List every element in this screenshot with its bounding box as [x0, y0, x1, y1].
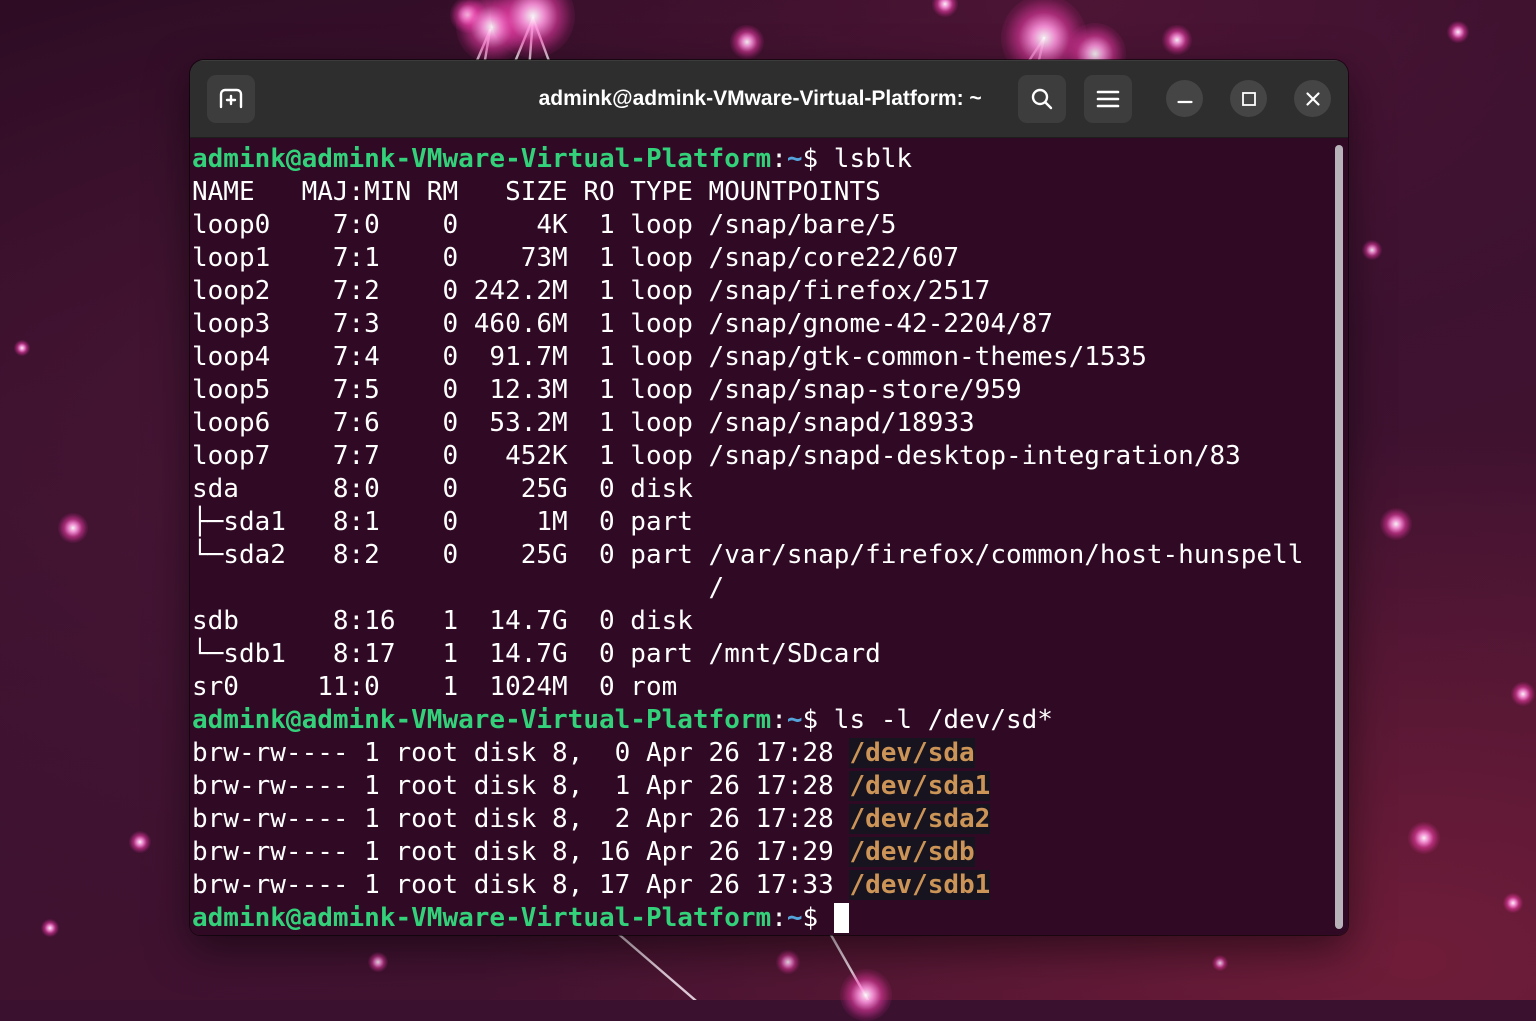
- menu-button[interactable]: [1084, 75, 1132, 123]
- terminal-line: /: [192, 572, 1334, 605]
- terminal-line: sr0 11:0 1 1024M 0 rom: [192, 671, 1334, 704]
- terminal-line: loop1 7:1 0 73M 1 loop /snap/core22/607: [192, 242, 1334, 275]
- window-title: admink@admink-VMware-Virtual-Platform: ~: [539, 87, 982, 111]
- close-button[interactable]: [1294, 80, 1331, 117]
- terminal-line: NAME MAJ:MIN RM SIZE RO TYPE MOUNTPOINTS: [192, 176, 1334, 209]
- scrollbar-thumb[interactable]: [1335, 145, 1343, 929]
- minimize-icon: [1177, 91, 1193, 107]
- new-tab-button[interactable]: [207, 75, 255, 123]
- terminal-line: loop2 7:2 0 242.2M 1 loop /snap/firefox/…: [192, 275, 1334, 308]
- terminal-line: brw-rw---- 1 root disk 8, 17 Apr 26 17:3…: [192, 869, 1334, 902]
- terminal-line: admink@admink-VMware-Virtual-Platform:~$…: [192, 143, 1334, 176]
- new-tab-icon: [217, 86, 245, 112]
- terminal-line: loop4 7:4 0 91.7M 1 loop /snap/gtk-commo…: [192, 341, 1334, 374]
- terminal-line: loop3 7:3 0 460.6M 1 loop /snap/gnome-42…: [192, 308, 1334, 341]
- terminal-line: sda 8:0 0 25G 0 disk: [192, 473, 1334, 506]
- terminal-line: brw-rw---- 1 root disk 8, 16 Apr 26 17:2…: [192, 836, 1334, 869]
- terminal-line: brw-rw---- 1 root disk 8, 1 Apr 26 17:28…: [192, 770, 1334, 803]
- terminal-line: brw-rw---- 1 root disk 8, 2 Apr 26 17:28…: [192, 803, 1334, 836]
- terminal-line: admink@admink-VMware-Virtual-Platform:~$…: [192, 704, 1334, 737]
- maximize-icon: [1241, 91, 1257, 107]
- terminal-line: admink@admink-VMware-Virtual-Platform:~$: [192, 902, 1334, 935]
- terminal-line: brw-rw---- 1 root disk 8, 0 Apr 26 17:28…: [192, 737, 1334, 770]
- terminal-line: loop6 7:6 0 53.2M 1 loop /snap/snapd/189…: [192, 407, 1334, 440]
- terminal-output: admink@admink-VMware-Virtual-Platform:~$…: [192, 143, 1334, 935]
- close-icon: [1305, 91, 1321, 107]
- minimize-button[interactable]: [1166, 80, 1203, 117]
- terminal-line: └─sda2 8:2 0 25G 0 part /var/snap/firefo…: [192, 539, 1334, 572]
- hamburger-menu-icon: [1095, 88, 1121, 110]
- terminal-line: ├─sda1 8:1 0 1M 0 part: [192, 506, 1334, 539]
- terminal-line: loop5 7:5 0 12.3M 1 loop /snap/snap-stor…: [192, 374, 1334, 407]
- terminal-viewport[interactable]: admink@admink-VMware-Virtual-Platform:~$…: [190, 138, 1348, 935]
- terminal-line: sdb 8:16 1 14.7G 0 disk: [192, 605, 1334, 638]
- maximize-button[interactable]: [1230, 80, 1267, 117]
- terminal-line: loop7 7:7 0 452K 1 loop /snap/snapd-desk…: [192, 440, 1334, 473]
- terminal-line: loop0 7:0 0 4K 1 loop /snap/bare/5: [192, 209, 1334, 242]
- terminal-window: admink@admink-VMware-Virtual-Platform: ~: [190, 60, 1348, 935]
- titlebar[interactable]: admink@admink-VMware-Virtual-Platform: ~: [190, 60, 1348, 138]
- terminal-line: └─sdb1 8:17 1 14.7G 0 part /mnt/SDcard: [192, 638, 1334, 671]
- search-icon: [1029, 86, 1055, 112]
- search-button[interactable]: [1018, 75, 1066, 123]
